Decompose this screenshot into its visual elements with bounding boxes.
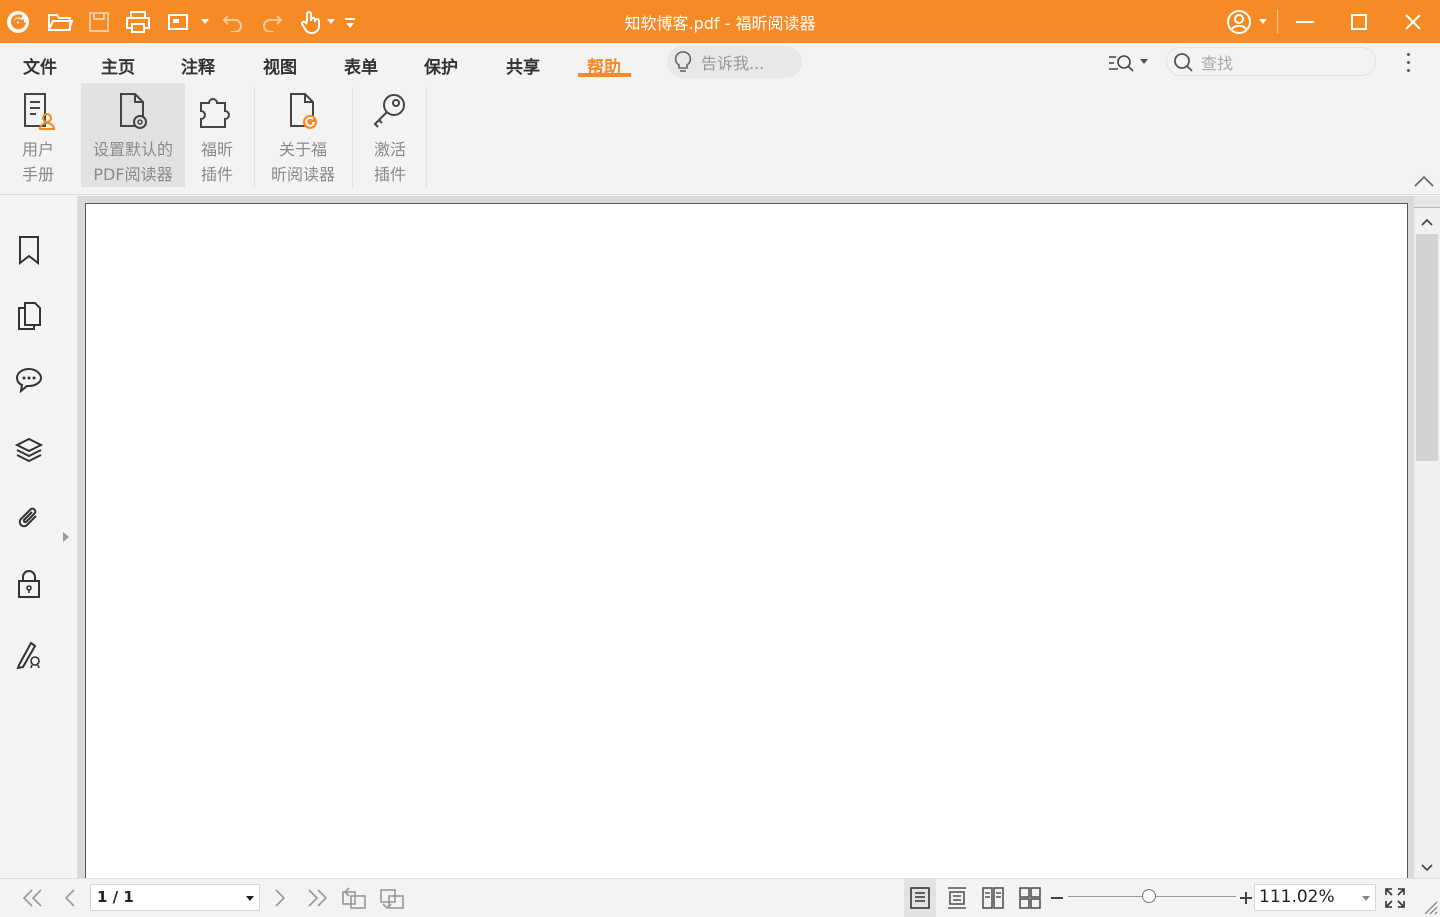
customize-toolbar-icon[interactable] bbox=[342, 0, 358, 43]
search-icon bbox=[1173, 52, 1193, 72]
activate-key-icon bbox=[370, 89, 410, 133]
ribbon: 用户 手册 设置默认的 PDF阅读器 福昕 插件 关于福 昕阅读器 激活 插件 bbox=[0, 83, 1440, 195]
more-options-icon[interactable] bbox=[1398, 50, 1418, 74]
search-options-icon[interactable] bbox=[1106, 50, 1136, 76]
user-manual-label: 用户 手册 bbox=[21, 140, 54, 184]
tell-me-box[interactable]: 告诉我... bbox=[667, 46, 802, 78]
pages-icon[interactable] bbox=[14, 300, 44, 332]
first-page-icon[interactable] bbox=[20, 879, 46, 917]
title-separator bbox=[1277, 9, 1278, 33]
tab-protect[interactable]: 保护 bbox=[424, 53, 458, 78]
ribbon-separator bbox=[254, 87, 255, 187]
active-tab-indicator bbox=[578, 73, 631, 77]
next-view-icon[interactable] bbox=[378, 879, 406, 917]
signature-icon[interactable] bbox=[14, 638, 44, 670]
zoom-level-text: 111.02% bbox=[1259, 887, 1335, 907]
screenshot-dropdown-arrow[interactable] bbox=[198, 0, 212, 43]
activate-plugin-button[interactable]: 激活 插件 bbox=[362, 83, 418, 187]
plugins-button[interactable]: 福昕 插件 bbox=[189, 83, 245, 187]
minimize-icon[interactable] bbox=[1290, 0, 1320, 43]
find-placeholder: 查找 bbox=[1201, 53, 1234, 73]
facing-view-icon[interactable] bbox=[978, 879, 1008, 917]
page-number-text: 1 / 1 bbox=[97, 888, 134, 906]
pdf-page[interactable] bbox=[85, 203, 1408, 893]
tab-comment[interactable]: 注释 bbox=[181, 53, 215, 78]
tab-share[interactable]: 共享 bbox=[506, 53, 540, 78]
resize-grip-icon[interactable] bbox=[1422, 899, 1438, 915]
app-logo-icon[interactable] bbox=[4, 0, 32, 43]
set-default-reader-icon bbox=[115, 89, 151, 133]
scrollbar-thumb[interactable] bbox=[1416, 234, 1438, 461]
about-button[interactable]: 关于福 昕阅读器 bbox=[262, 83, 344, 187]
ribbon-separator bbox=[426, 87, 427, 187]
lightbulb-icon bbox=[673, 50, 693, 74]
last-page-icon[interactable] bbox=[304, 879, 330, 917]
page-number-input[interactable]: 1 / 1 bbox=[90, 884, 260, 911]
zoom-slider-knob[interactable] bbox=[1141, 889, 1156, 903]
hand-tool-icon[interactable] bbox=[298, 0, 324, 43]
plugin-icon bbox=[197, 89, 237, 133]
ribbon-separator bbox=[352, 87, 353, 187]
user-manual-icon bbox=[21, 89, 55, 133]
about-icon bbox=[285, 89, 321, 133]
set-default-reader-label: 设置默认的 PDF阅读器 bbox=[92, 140, 173, 184]
tell-me-placeholder: 告诉我... bbox=[701, 54, 765, 73]
single-page-view-icon[interactable] bbox=[904, 879, 936, 917]
continuous-facing-view-icon[interactable] bbox=[1014, 879, 1046, 917]
zoom-level-input[interactable]: 111.02% bbox=[1254, 884, 1376, 911]
open-folder-icon[interactable] bbox=[46, 0, 74, 43]
scroll-up-icon[interactable] bbox=[1421, 218, 1433, 226]
tab-form[interactable]: 表单 bbox=[344, 53, 378, 78]
tab-view[interactable]: 视图 bbox=[263, 53, 297, 78]
navigation-panel bbox=[0, 196, 58, 878]
hand-tool-dropdown-arrow[interactable] bbox=[324, 0, 338, 43]
bookmark-icon[interactable] bbox=[14, 234, 44, 266]
panel-divider[interactable] bbox=[58, 196, 78, 878]
close-icon[interactable] bbox=[1398, 0, 1428, 43]
comments-icon[interactable] bbox=[14, 364, 44, 396]
security-lock-icon[interactable] bbox=[14, 568, 44, 600]
screenshot-icon[interactable] bbox=[166, 0, 190, 43]
about-label: 关于福 昕阅读器 bbox=[270, 140, 335, 184]
scroll-down-icon[interactable] bbox=[1421, 864, 1433, 872]
previous-view-icon[interactable] bbox=[340, 879, 368, 917]
attachments-icon[interactable] bbox=[14, 502, 44, 534]
account-icon[interactable] bbox=[1224, 0, 1254, 43]
zoom-in-icon[interactable] bbox=[1239, 879, 1253, 917]
redo-icon[interactable] bbox=[259, 0, 285, 43]
tab-file[interactable]: 文件 bbox=[23, 53, 57, 78]
account-dropdown-arrow[interactable] bbox=[1256, 0, 1270, 43]
save-icon[interactable] bbox=[86, 0, 112, 43]
fullscreen-icon[interactable] bbox=[1382, 879, 1408, 917]
scrollbar-top-cap bbox=[1414, 196, 1440, 208]
zoom-out-icon[interactable] bbox=[1050, 879, 1064, 917]
next-page-icon[interactable] bbox=[268, 879, 292, 917]
zoom-dropdown-arrow[interactable] bbox=[1362, 896, 1370, 901]
undo-icon[interactable] bbox=[220, 0, 246, 43]
page-dropdown-arrow[interactable] bbox=[246, 896, 254, 901]
print-icon[interactable] bbox=[124, 0, 152, 43]
collapse-ribbon-icon[interactable] bbox=[1412, 173, 1436, 189]
activate-plugin-label: 激活 插件 bbox=[373, 140, 406, 184]
search-options-dropdown-arrow[interactable] bbox=[1140, 59, 1148, 64]
user-manual-button[interactable]: 用户 手册 bbox=[10, 83, 66, 187]
find-box[interactable]: 查找 bbox=[1166, 47, 1376, 76]
previous-page-icon[interactable] bbox=[58, 879, 82, 917]
layers-icon[interactable] bbox=[14, 434, 44, 466]
maximize-icon[interactable] bbox=[1344, 0, 1374, 43]
plugins-label: 福昕 插件 bbox=[200, 140, 233, 184]
title-bar: 知软博客.pdf - 福昕阅读器 bbox=[0, 0, 1440, 43]
tab-home[interactable]: 主页 bbox=[101, 53, 135, 78]
set-default-reader-button[interactable]: 设置默认的 PDF阅读器 bbox=[81, 83, 185, 187]
continuous-view-icon[interactable] bbox=[942, 879, 972, 917]
